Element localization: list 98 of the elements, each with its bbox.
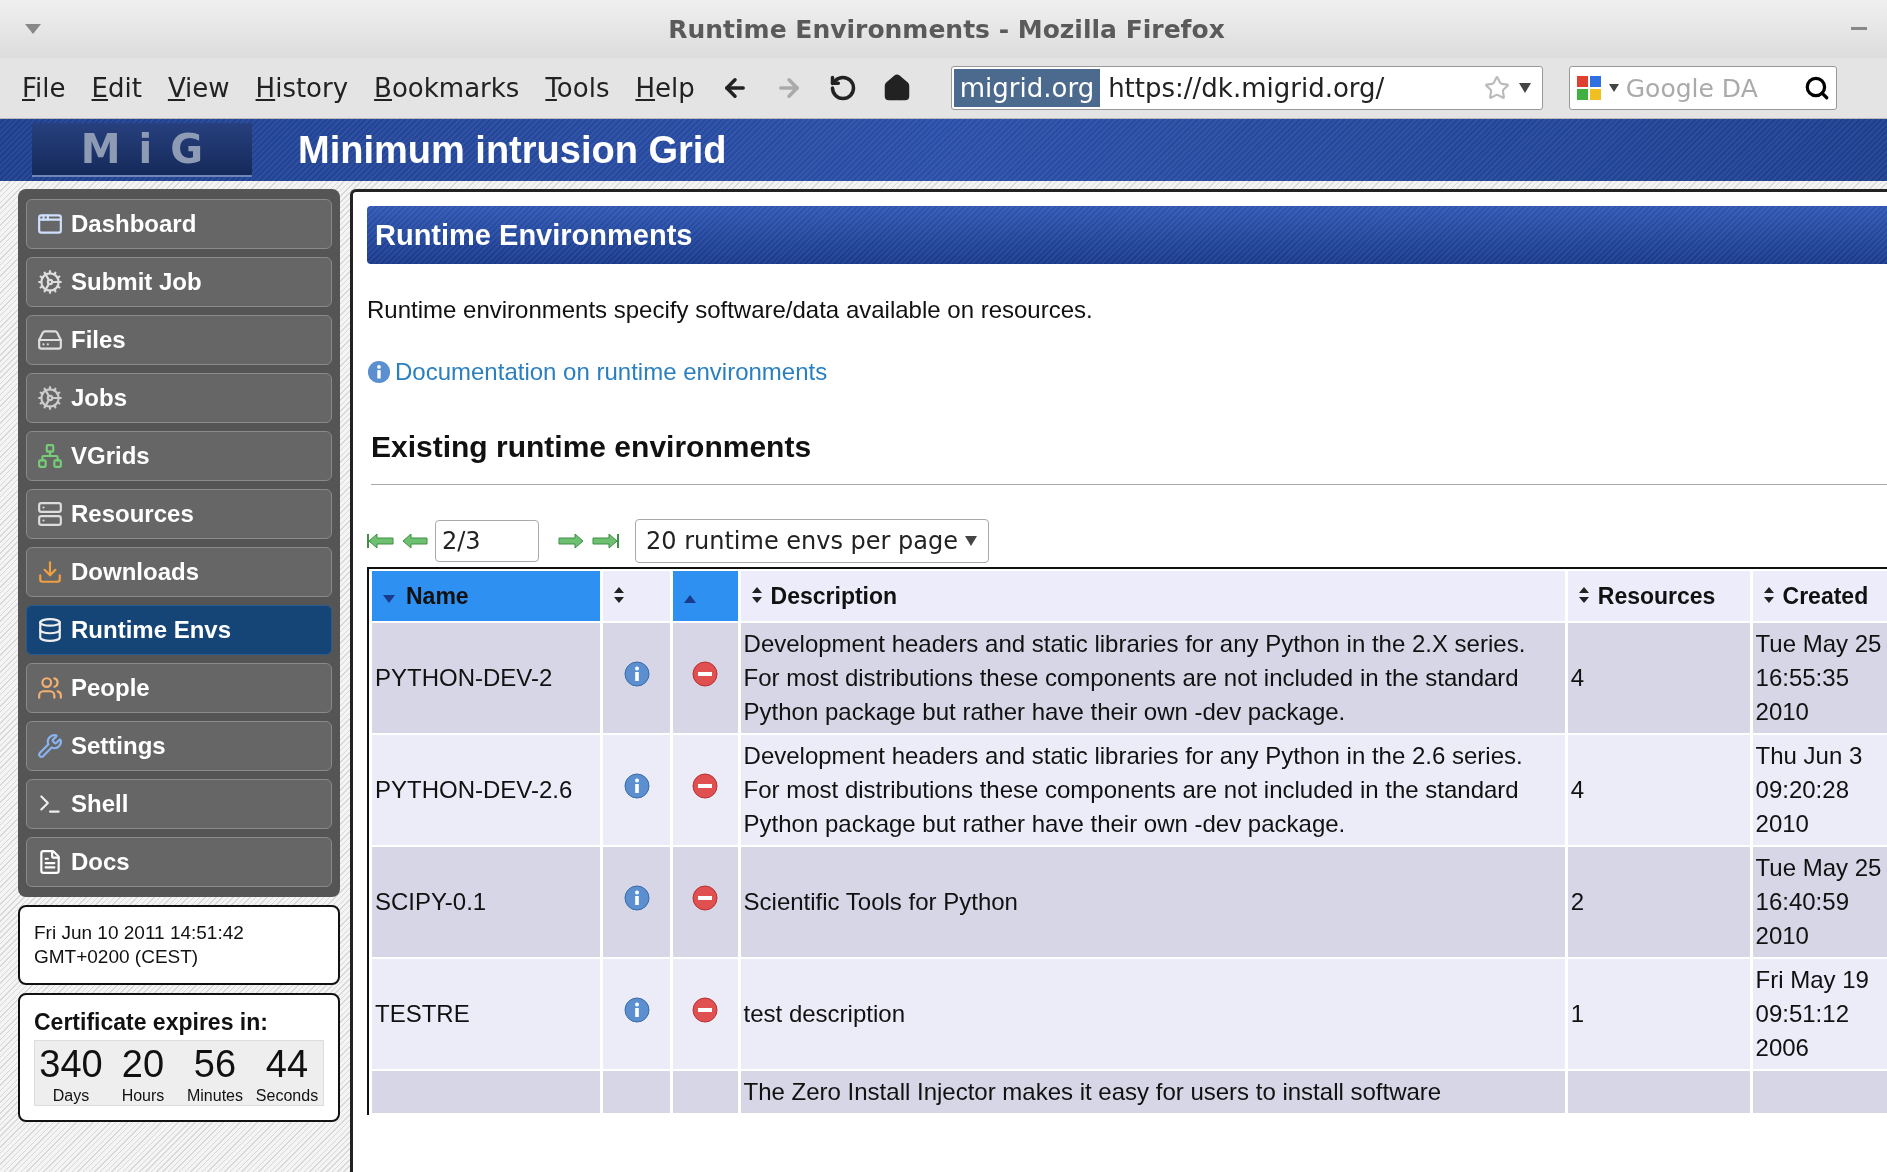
previous-page-icon[interactable] — [401, 531, 429, 551]
nav-button[interactable]: Jobs — [26, 373, 332, 423]
countdown-value: 56 — [193, 1042, 237, 1087]
search-icon[interactable] — [1803, 75, 1830, 101]
nav-button[interactable]: Settings — [26, 721, 332, 771]
address-field[interactable]: migrid.org https://dk.migrid.org/ — [950, 66, 1543, 110]
site-logo[interactable]: MiG — [32, 123, 252, 177]
window-title: Runtime Environments - Mozilla Firefox — [668, 14, 1225, 44]
created-date: Thu Jun 3 09:20:28 2010 — [1755, 742, 1863, 837]
description-text: Development headers and static libraries for any Python in the 2.X series. — [743, 629, 1527, 659]
menu-item[interactable]: Edit — [81, 73, 152, 103]
gear-icon — [37, 269, 63, 295]
info-icon[interactable] — [623, 772, 650, 799]
menu-item[interactable]: Bookmarks — [364, 73, 530, 103]
reload-icon[interactable] — [828, 74, 857, 102]
download-icon — [37, 559, 63, 585]
certificate-title: Certificate expires in: — [34, 1009, 269, 1036]
created-date: Fri May 19 09:51:12 2006 — [1755, 966, 1869, 1061]
nav-button[interactable]: Docs — [26, 837, 332, 887]
menu-item[interactable]: Tools — [535, 73, 620, 103]
people-icon — [37, 675, 63, 701]
menu-item[interactable]: File — [12, 73, 76, 103]
nav-button[interactable]: Downloads — [26, 547, 332, 597]
section-heading: Existing runtime environments — [371, 430, 1887, 485]
created-date: Tue May 25 16:55:35 2010 — [1755, 630, 1882, 725]
name-text: SCIPY-0.1 — [375, 888, 487, 915]
name-text: PYTHON-DEV-2 — [375, 664, 553, 691]
page-field[interactable]: 2/3 — [435, 520, 539, 562]
menu-item[interactable]: Help — [625, 73, 705, 103]
dropdown-icon — [964, 535, 978, 547]
countdown-value: 340 — [39, 1042, 103, 1087]
countdown-value: 44 — [265, 1042, 309, 1087]
nav-button[interactable]: People — [26, 663, 332, 713]
search-engine-icon[interactable] — [1575, 75, 1602, 101]
created-date: Tue May 25 16:40:59 2010 — [1755, 854, 1882, 949]
remove-icon[interactable] — [692, 996, 719, 1023]
countdown-value: 20 — [121, 1042, 165, 1087]
info-icon[interactable] — [623, 996, 650, 1023]
last-page-icon[interactable] — [591, 531, 619, 551]
remove-icon[interactable] — [692, 884, 719, 911]
column-header[interactable]: Resources — [1567, 571, 1750, 621]
clock-text: GMT+0200 (CEST) — [34, 945, 200, 969]
star-icon[interactable] — [1483, 75, 1510, 101]
column-header[interactable]: Description — [740, 571, 1565, 621]
description-text: Scientific Tools for Python — [743, 887, 1019, 917]
nav-button[interactable]: Shell — [26, 779, 332, 829]
nav-button[interactable]: Dashboard — [26, 199, 332, 249]
nav-button[interactable]: Files — [26, 315, 332, 365]
name-text: TESTRE — [375, 1000, 470, 1027]
per-page-select[interactable]: 20 runtime envs per page — [635, 519, 989, 563]
window-icon — [37, 211, 63, 237]
countdown-label: Seconds — [255, 1087, 319, 1105]
info-icon[interactable] — [623, 884, 650, 911]
description-text: For most distributions these components are not included in the standard Python package but rather have their own -dev package. — [743, 663, 1520, 727]
dropdown-icon[interactable] — [1517, 82, 1532, 94]
resource-count: 1 — [1570, 1000, 1585, 1027]
resource-count: 4 — [1570, 776, 1585, 803]
next-page-icon[interactable] — [557, 531, 585, 551]
network-icon — [37, 443, 63, 469]
countdown-label: Minutes — [187, 1087, 243, 1105]
countdown-label: Days — [52, 1087, 90, 1105]
home-icon[interactable] — [882, 74, 911, 102]
description-text: For most distributions these components are not included in the standard Python package but rather have their own -dev package. — [743, 775, 1520, 839]
intro-text: Runtime environments specify software/data available on resources. — [367, 296, 1094, 324]
site-title: Minimum intrusion Grid — [298, 128, 727, 172]
info-icon — [367, 360, 391, 384]
description-text: The Zero Install Injector makes it easy for users to install software — [743, 1077, 1443, 1107]
column-header[interactable]: Name — [372, 571, 601, 621]
nav-button[interactable]: VGrids — [26, 431, 332, 481]
remove-icon[interactable] — [692, 660, 719, 687]
remove-icon[interactable] — [692, 772, 719, 799]
clock-text: Fri Jun 10 2011 14:51:42 — [34, 921, 245, 945]
menu-arrow-icon[interactable] — [24, 23, 42, 35]
column-header[interactable]: Created — [1752, 571, 1887, 621]
server-icon — [37, 501, 63, 527]
drive-icon — [37, 327, 63, 353]
minimize-icon[interactable] — [1851, 27, 1867, 31]
document-icon — [37, 849, 63, 875]
menu-item[interactable]: History — [245, 73, 359, 103]
page-heading: Runtime Environments — [367, 206, 1887, 264]
menu-item[interactable]: View — [157, 73, 240, 103]
name-text: PYTHON-DEV-2.6 — [375, 776, 573, 803]
resource-count: 2 — [1570, 888, 1585, 915]
cylinder-icon — [37, 617, 63, 643]
countdown-label: Hours — [121, 1087, 165, 1105]
wrench-icon — [37, 733, 63, 759]
first-page-icon[interactable] — [367, 531, 395, 551]
nav-button[interactable]: Resources — [26, 489, 332, 539]
nav-button[interactable]: Runtime Envs — [26, 605, 332, 655]
description-text: Development headers and static libraries for any Python in the 2.6 series. — [743, 741, 1524, 771]
site-identity-badge[interactable]: migrid.org — [953, 69, 1101, 107]
documentation-link[interactable]: Documentation on runtime environments — [367, 358, 828, 386]
nav-button[interactable]: Submit Job — [26, 257, 332, 307]
info-icon[interactable] — [623, 660, 650, 687]
resource-count: 4 — [1570, 664, 1585, 691]
gear-icon — [37, 385, 63, 411]
dropdown-icon[interactable] — [1607, 83, 1620, 93]
description-text: test description — [743, 999, 906, 1029]
